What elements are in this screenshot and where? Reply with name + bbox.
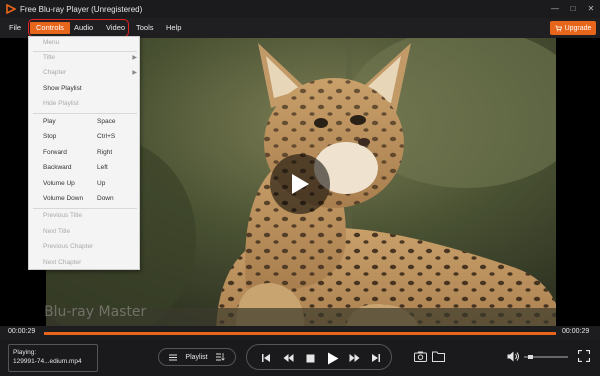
menu-item-hide-playlist[interactable]: Hide Playlist <box>43 99 137 109</box>
menu-item-previous-title[interactable]: Previous Title <box>43 211 137 221</box>
seek-bar[interactable] <box>44 332 556 335</box>
next-button[interactable] <box>369 351 383 365</box>
menu-tools[interactable]: Tools <box>136 22 154 34</box>
volume-icon[interactable] <box>507 351 520 362</box>
volume-slider[interactable] <box>524 355 568 359</box>
menu-item-next-chapter[interactable]: Next Chapter <box>43 258 137 268</box>
current-time: 00:00:29 <box>8 328 36 335</box>
previous-button[interactable] <box>259 351 273 365</box>
menu-divider <box>33 208 137 209</box>
menu-divider <box>33 113 137 114</box>
menu-divider <box>33 51 137 52</box>
menu-help[interactable]: Help <box>166 22 181 34</box>
menu-item-forward[interactable]: Forward Right <box>43 148 137 158</box>
now-playing-filename: 129991-74...edium.mp4 <box>13 358 82 365</box>
menu-item-backward[interactable]: Backward Left <box>43 163 137 173</box>
close-button[interactable]: ✕ <box>586 3 596 14</box>
menu-item-next-title[interactable]: Next Title <box>43 227 137 237</box>
controls-dropdown-menu: Menu Title ▶ Chapter ▶ Show Playlist Hide … <box>28 36 140 270</box>
volume-slider-handle[interactable] <box>528 355 534 359</box>
skip-next-icon <box>372 354 380 362</box>
minimize-button[interactable]: — <box>550 3 560 14</box>
menu-item-play[interactable]: Play Space <box>43 117 137 127</box>
play-icon <box>292 174 309 194</box>
cart-icon <box>555 25 562 31</box>
fast-forward-icon <box>349 354 359 362</box>
menu-item-title[interactable]: Title ▶ <box>43 53 137 63</box>
upgrade-button[interactable]: Upgrade <box>550 21 596 35</box>
window-title: Free Blu-ray Player (Unregistered) <box>20 4 143 14</box>
rewind-button[interactable] <box>281 351 295 365</box>
stop-icon <box>306 354 314 362</box>
menu-file[interactable]: File <box>9 22 21 34</box>
menu-item-previous-chapter[interactable]: Previous Chapter <box>43 242 137 252</box>
stop-button[interactable] <box>303 351 317 365</box>
watermark-text: Blu-ray Master <box>44 304 147 320</box>
fast-forward-button[interactable] <box>347 351 361 365</box>
playlist-button[interactable]: Playlist <box>158 348 236 366</box>
maximize-button[interactable]: □ <box>568 3 578 14</box>
upgrade-label: Upgrade <box>564 24 592 32</box>
now-playing-label: Playing: <box>13 349 37 356</box>
camera-snapshot-icon[interactable] <box>414 351 427 362</box>
skip-previous-icon <box>262 354 270 362</box>
total-time: 00:00:29 <box>562 328 590 335</box>
fullscreen-icon[interactable] <box>578 350 590 362</box>
app-logo-icon <box>6 4 16 14</box>
playlist-label: Playlist <box>185 353 208 361</box>
playlist-sort-icon[interactable] <box>215 353 225 361</box>
big-play-button[interactable] <box>270 154 330 214</box>
folder-icon[interactable] <box>432 351 445 362</box>
submenu-arrow-icon: ▶ <box>132 70 137 76</box>
title-bar: Free Blu-ray Player (Unregistered) — □ ✕ <box>0 0 600 18</box>
menu-item-chapter[interactable]: Chapter ▶ <box>43 68 137 78</box>
menu-item-volume-down[interactable]: Volume Down Down <box>43 194 137 204</box>
now-playing-box: Playing: 129991-74...edium.mp4 <box>8 344 98 372</box>
menu-item-stop[interactable]: Stop Ctrl+S <box>43 132 137 142</box>
bottom-control-bar: Playing: 129991-74...edium.mp4 Playlist <box>0 340 600 376</box>
progress-row: 00:00:29 00:00:29 <box>0 326 600 340</box>
list-icon <box>169 354 178 360</box>
menu-item-volume-up[interactable]: Volume Up Up <box>43 179 137 189</box>
play-icon <box>328 352 339 364</box>
rewind-icon <box>283 354 293 362</box>
seek-bar-fill <box>44 332 556 335</box>
playback-controls <box>246 344 392 370</box>
annotation-highlight-box <box>28 19 129 37</box>
menu-item-menu[interactable]: Menu <box>43 38 137 48</box>
submenu-arrow-icon: ▶ <box>132 55 137 61</box>
menu-item-show-playlist[interactable]: Show Playlist <box>43 84 137 94</box>
window-controls: — □ ✕ <box>550 3 596 14</box>
play-button[interactable] <box>325 351 341 365</box>
